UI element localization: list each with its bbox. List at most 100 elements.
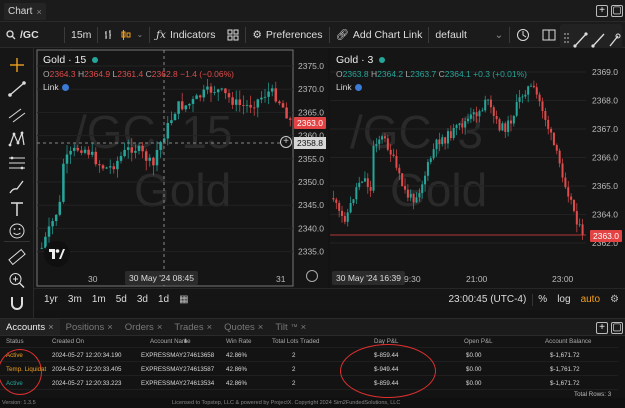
tab-positions[interactable]: Positions × [60,319,119,335]
candle [51,218,54,235]
fx-icon: ƒ𝑥 [156,28,166,41]
tradingview-logo[interactable] [44,241,70,267]
emoji-icon[interactable] [7,222,27,240]
tab-chart[interactable]: Chart × [4,3,46,20]
zoom-in-icon[interactable] [7,271,27,289]
fib-tool-icon[interactable] [7,154,27,172]
indicators-button[interactable]: ƒ𝑥 Indicators [150,22,221,47]
account-name-cell: EXPRESSMAY274613658 [141,352,215,359]
time-axis-right[interactable]: 30 May '24 16:39 9:30 21:00 23:00 [330,266,590,288]
magnet-icon[interactable] [7,294,27,312]
auto-toggle[interactable]: auto [576,294,605,305]
chart-symbol-title[interactable]: Gold · 15 [43,54,86,66]
candle [530,83,533,87]
ray-icon[interactable] [591,33,605,48]
close-icon[interactable]: × [107,322,113,333]
trendline-icon[interactable] [573,32,588,48]
tab-orders[interactable]: Orders × [119,319,169,335]
channel-tool-icon[interactable] [7,106,27,124]
table-row[interactable]: Active 2024-05-27 12:20:34.190 EXPRESSMA… [0,350,618,362]
range-3m[interactable]: 3m [63,294,87,305]
chart-canvas-left[interactable]: /GC, 15 Gold 2375.02370.02365.02360.0235… [34,48,328,288]
symbol-input[interactable]: /GC [20,29,39,41]
bottom-panel-tabs: Accounts × Positions × Orders × Trades × Quo… [0,318,625,336]
tab-tilt[interactable]: Tilt ™ × [269,319,312,335]
crosshair-icon[interactable] [7,56,27,74]
column-header[interactable]: Total Lots Traded [272,338,319,345]
price-axis[interactable]: 2369.02368.02367.02366.02365.02364.02362… [592,67,618,248]
log-toggle[interactable]: log [552,294,575,305]
chart-type-button[interactable]: ⌄ [98,22,149,47]
column-header[interactable]: Open P&L [464,338,493,345]
line-tool-icon[interactable] [7,80,27,98]
pattern-tool-icon[interactable] [7,130,27,148]
accounts-table: Status Created On Account Name ⬇ Win Rat… [0,336,618,398]
table-row[interactable]: Temp. Liquidat 2024-05-27 12:20:33.405 E… [0,364,618,376]
add-order-icon[interactable]: + [280,136,292,148]
tab-accounts[interactable]: Accounts × [0,319,60,335]
symbol-search[interactable]: /GC [0,22,64,47]
layout-chart-button[interactable] [510,22,536,47]
column-header[interactable]: Status [6,338,24,345]
text-tool-icon[interactable] [7,200,27,218]
chart-link-indicator[interactable]: Link [336,82,362,92]
reset-axis-icon[interactable] [306,270,318,282]
info-icon: ™ [290,323,298,331]
chart-canvas-right[interactable]: /GC, 3 Gold 2369.0 2368.0 2367.0 2366.0 2365… [330,48,625,288]
candle [578,218,581,228]
table-header: Status Created On Account Name ⬇ Win Rat… [0,336,618,348]
preferences-button[interactable]: ⚙ Preferences [246,22,328,47]
tab-trades[interactable]: Trades × [168,319,218,335]
sort-arrow-icon[interactable]: ⬇ [183,338,188,345]
settings-icon[interactable]: ⚙ [605,294,625,305]
tab-quotes[interactable]: Quotes × [218,319,269,335]
maximize-button[interactable]: ▢ [611,322,623,334]
range-3d[interactable]: 3d [132,294,153,305]
maximize-button[interactable]: ▢ [611,5,623,17]
column-header[interactable]: Created On [52,338,84,345]
percent-toggle[interactable]: % [533,294,552,305]
close-icon[interactable]: × [157,322,163,333]
range-5d[interactable]: 5d [111,294,132,305]
range-1yr[interactable]: 1yr [34,294,63,305]
layout-select[interactable]: default ⌄ [429,22,509,47]
time-axis-left[interactable]: 30 30 May '24 08:45 31 [34,266,318,288]
chart-pane-right[interactable]: /GC, 3 Gold 2369.0 2368.0 2367.0 2366.0 2365… [330,48,625,288]
close-icon[interactable]: × [48,322,54,333]
ohlc-low: 2363.7 [410,69,437,79]
price-tick: 2367.0 [592,124,618,134]
add-chart-link-button[interactable]: 🔗︎ Add Chart Link [330,22,429,47]
price-tick: 2369.0 [592,67,618,77]
calendar-icon[interactable]: ▦ [174,294,193,305]
drag-handle-icon[interactable] [564,33,569,43]
price-tick: 2355.0 [298,154,324,164]
close-icon[interactable]: × [207,322,213,333]
layout-split-button[interactable] [536,22,562,47]
chart-pane-left[interactable]: /GC, 15 Gold 2375.0 2370.0 2365.0 2360.0 235… [34,48,328,288]
candle [581,219,584,240]
chart-symbol-title[interactable]: Gold · 3 [336,54,373,66]
add-panel-button[interactable]: + [596,5,608,17]
ruler-icon[interactable] [7,248,27,266]
price-tick: 2375.0 [298,61,324,71]
add-panel-button[interactable]: + [596,322,608,334]
brush-icon[interactable] [7,178,27,196]
ohlc-high: 2364.9 [84,69,111,79]
candle [550,126,553,141]
chart-link-indicator[interactable]: Link [43,82,69,92]
pin-icon[interactable] [609,33,621,47]
range-1m[interactable]: 1m [87,294,111,305]
range-1d[interactable]: 1d [153,294,174,305]
close-icon[interactable]: × [258,322,264,333]
close-icon[interactable]: × [36,7,41,17]
column-header[interactable]: Win Rate [226,338,251,345]
candle [256,98,260,118]
column-header[interactable]: Account Balance [545,338,591,345]
templates-button[interactable] [221,22,245,47]
table-row[interactable]: Active 2024-05-27 12:20:33.223 EXPRESSMA… [0,378,618,390]
open-pnl-cell: $0.00 [466,380,482,387]
interval-select[interactable]: 15m [65,22,97,47]
candle [555,143,558,155]
price-axis[interactable]: 2375.02370.02365.02360.02355.02350.02345… [298,61,324,257]
close-icon[interactable]: × [301,322,307,333]
